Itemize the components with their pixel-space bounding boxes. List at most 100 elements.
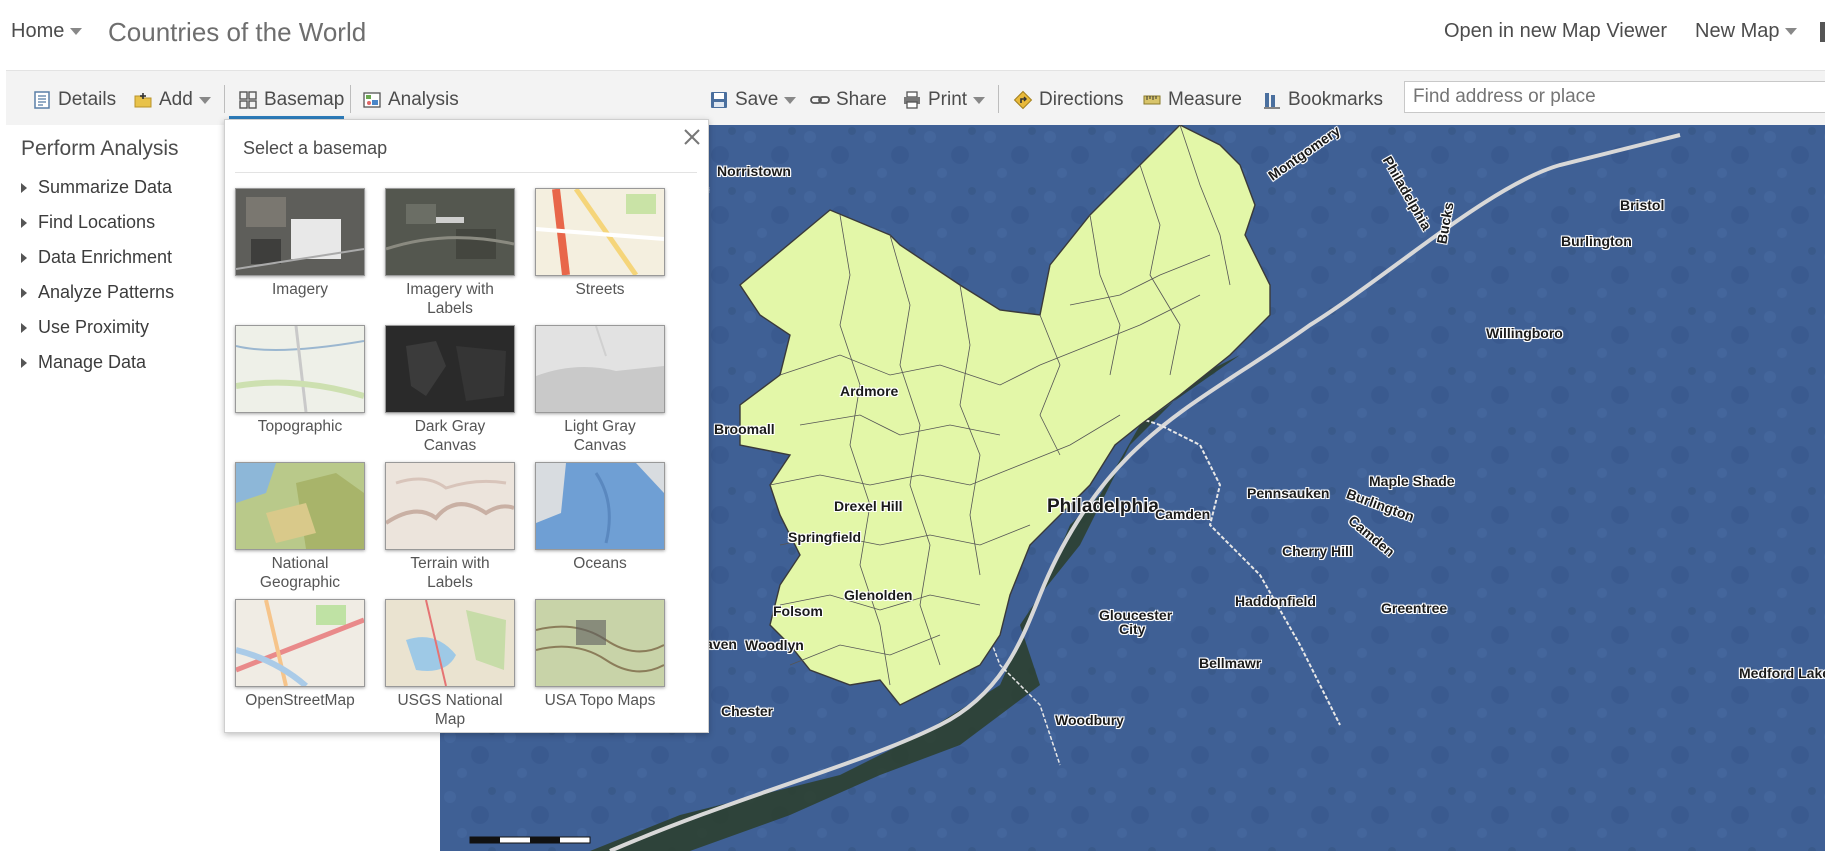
map-label: Camden <box>1155 506 1211 522</box>
terrain-thumbnail <box>385 462 515 550</box>
basemap-option-topographic[interactable]: Topographic <box>235 325 365 436</box>
map-label: Broomall <box>714 421 775 437</box>
map-label: Chester <box>721 703 774 719</box>
share-label: Share <box>836 89 887 110</box>
details-icon <box>34 91 50 109</box>
search-input[interactable] <box>1404 81 1825 113</box>
add-button[interactable]: Add <box>133 89 211 111</box>
map-label: Woodbury <box>1055 712 1124 728</box>
map-label: Philadelphia <box>1047 496 1159 517</box>
home-menu[interactable]: Home <box>11 20 83 43</box>
details-button[interactable]: Details <box>32 89 116 111</box>
add-label: Add <box>159 89 193 110</box>
basemap-option-usgs-national-map[interactable]: USGS National Map <box>385 599 515 729</box>
chevron-down-icon <box>198 96 211 104</box>
toolbar-divider <box>350 85 351 113</box>
basemap-option-label: Geographic <box>259 574 341 591</box>
map-label: Burlington <box>1561 233 1632 249</box>
add-layer-icon <box>134 93 152 108</box>
new-map-label: New Map <box>1695 20 1780 42</box>
streets-thumbnail <box>535 188 665 276</box>
popup-title: Select a basemap <box>243 138 388 158</box>
basemap-option-label: Dark Gray <box>414 418 486 435</box>
imagery-thumbnail <box>235 188 365 276</box>
print-label: Print <box>928 89 968 110</box>
analysis-item-find-locations[interactable]: Find Locations <box>21 212 155 233</box>
analysis-item-use-proximity[interactable]: Use Proximity <box>21 317 149 338</box>
basemap-option-label: USA Topo Maps <box>544 692 656 709</box>
analysis-item-analyze-patterns[interactable]: Analyze Patterns <box>21 282 174 303</box>
analysis-item-label: Summarize Data <box>38 177 173 197</box>
save-button[interactable]: Save <box>709 89 797 111</box>
basemap-option-oceans[interactable]: Oceans <box>535 462 665 573</box>
expand-triangle-icon <box>21 182 27 193</box>
analysis-item-summarize-data[interactable]: Summarize Data <box>21 177 172 198</box>
map-label: Greentree <box>1381 600 1448 616</box>
expand-triangle-icon <box>21 252 27 263</box>
map-label: Norristown <box>717 163 791 179</box>
new-map-menu[interactable]: New Map <box>1695 20 1798 43</box>
dark-gray-thumbnail <box>385 325 515 413</box>
analysis-item-label: Use Proximity <box>38 317 150 337</box>
analysis-item-label: Data Enrichment <box>38 247 173 267</box>
map-label: Willingboro <box>1486 325 1563 341</box>
basemap-option-dark-gray-canvas[interactable]: Dark Gray Canvas <box>385 325 515 455</box>
map-label: Woodlyn <box>745 637 804 653</box>
analysis-icon <box>363 92 381 108</box>
map-label: City <box>1119 621 1146 637</box>
basemap-button[interactable]: Basemap <box>238 89 344 111</box>
map-label: Springfield <box>788 529 862 545</box>
analysis-item-data-enrichment[interactable]: Data Enrichment <box>21 247 172 268</box>
map-label: Ardmore <box>840 383 899 399</box>
analysis-button[interactable]: Analysis <box>362 89 459 111</box>
close-icon[interactable] <box>681 126 703 148</box>
basemap-option-imagery-with-labels[interactable]: Imagery with Labels <box>385 188 515 318</box>
measure-label: Measure <box>1168 89 1242 110</box>
basemap-option-label: Streets <box>575 281 625 298</box>
directions-button[interactable]: Directions <box>1013 89 1123 111</box>
expand-triangle-icon <box>21 217 27 228</box>
expand-triangle-icon <box>21 287 27 298</box>
basemap-option-label: Oceans <box>573 555 627 572</box>
basemap-option-streets[interactable]: Streets <box>535 188 665 299</box>
toolbar-divider <box>998 85 999 113</box>
basemap-option-imagery[interactable]: Imagery <box>235 188 365 299</box>
basemap-option-national-geographic[interactable]: National Geographic <box>235 462 365 592</box>
basemap-option-usa-topo-maps[interactable]: USA Topo Maps <box>535 599 665 710</box>
map-toolbar: Details Add Basemap Analysis Save Share … <box>6 70 1825 126</box>
measure-button[interactable]: Measure <box>1142 89 1242 111</box>
basemap-option-label: Canvas <box>423 437 477 454</box>
save-disk-icon <box>711 92 727 108</box>
bookmarks-label: Bookmarks <box>1288 89 1384 110</box>
analysis-item-label: Analyze Patterns <box>38 282 175 302</box>
print-button[interactable]: Print <box>902 89 986 111</box>
directions-icon <box>1013 90 1033 110</box>
basemap-option-light-gray-canvas[interactable]: Light Gray Canvas <box>535 325 665 455</box>
basemap-option-label: Map <box>434 711 466 728</box>
map-label: Glenolden <box>844 587 913 603</box>
share-button[interactable]: Share <box>810 89 887 111</box>
basemap-option-label: OpenStreetMap <box>245 692 355 709</box>
bookmarks-button[interactable]: Bookmarks <box>1262 89 1383 111</box>
home-label: Home <box>11 20 65 42</box>
analysis-item-manage-data[interactable]: Manage Data <box>21 352 146 373</box>
basemap-option-openstreetmap[interactable]: OpenStreetMap <box>235 599 365 710</box>
printer-icon <box>904 91 920 109</box>
bookmarks-icon <box>1264 93 1280 109</box>
analysis-item-label: Manage Data <box>38 352 147 372</box>
chevron-down-icon <box>784 96 797 104</box>
basemap-option-label: Topographic <box>257 418 343 435</box>
divider <box>235 172 697 173</box>
basemap-option-label: Canvas <box>573 437 627 454</box>
map-label: Drexel Hill <box>834 498 903 514</box>
national-geographic-thumbnail <box>235 462 365 550</box>
oceans-thumbnail <box>535 462 665 550</box>
basemap-gallery-popup: Select a basemap Imagery Imagery with La… <box>224 119 709 733</box>
imagery-labels-thumbnail <box>385 188 515 276</box>
basemap-option-terrain-with-labels[interactable]: Terrain with Labels <box>385 462 515 592</box>
open-in-new-map-viewer-link[interactable]: Open in new Map Viewer <box>1444 20 1667 43</box>
map-label: Medford Lake <box>1739 665 1825 681</box>
map-label: Haddonfield <box>1235 593 1316 609</box>
usgs-thumbnail <box>385 599 515 687</box>
map-label: Maple Shade <box>1369 473 1455 489</box>
